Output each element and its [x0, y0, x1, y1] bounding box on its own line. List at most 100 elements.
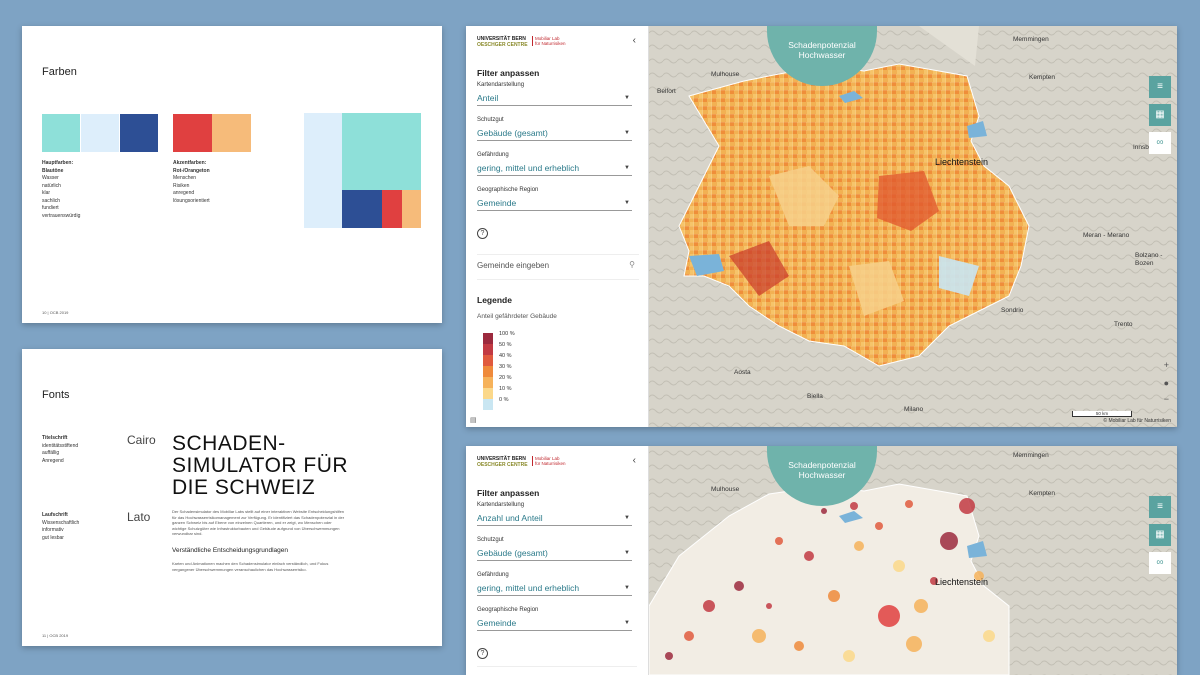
filter-select-kartendarstellung[interactable]: Anteil ▼: [477, 93, 632, 106]
grid-icon[interactable]: ▦: [1149, 524, 1171, 546]
place-label: Biella: [807, 393, 823, 400]
help-icon[interactable]: ?: [477, 648, 488, 659]
filter-label: Kartendarstellung: [477, 82, 525, 88]
legend-swatch: [483, 333, 493, 344]
grid-icon[interactable]: ▦: [1149, 104, 1171, 126]
badge-line1: Schadenpotenzial: [788, 460, 856, 470]
fonts-slide: Fonts Titelschrift identitätsstiftend au…: [22, 349, 442, 646]
haupt-word: fundiert: [42, 205, 59, 211]
switzerland-bubble-map: [649, 446, 1177, 675]
swatch-lightblue: [81, 114, 119, 152]
body-font-word: gut lesbar: [42, 534, 64, 541]
filter-value: Gebäude (gesamt): [477, 128, 548, 138]
place-label: Liechtenstein: [935, 157, 989, 167]
legend-swatch: [483, 388, 493, 399]
search-icon: ⚲: [629, 260, 635, 269]
chevron-down-icon: ▼: [624, 130, 630, 136]
filter-label: Geographische Region: [477, 187, 539, 193]
akzent-word: lösungsorientiert: [173, 197, 210, 204]
filter-label: Gefährdung: [477, 572, 509, 578]
haupt-label: Hauptfarben:: [42, 160, 74, 166]
switzerland-reset-icon[interactable]: ●: [1164, 378, 1169, 388]
chevron-down-icon: ▼: [624, 165, 630, 171]
zoom-in-button[interactable]: +: [1164, 360, 1169, 370]
headline-line: SIMULATOR FÜR: [172, 454, 349, 477]
collapse-chevron-icon[interactable]: ‹: [633, 35, 636, 46]
legend-tick: 50 %: [499, 342, 512, 348]
body-font-word: Wissenschaftlich: [42, 519, 80, 526]
legend-tick: 20 %: [499, 375, 512, 381]
filter-select-gefaehrdung[interactable]: gering, mittel und erheblich ▼: [477, 583, 632, 596]
farben-footer: 10 | OCB 2019: [42, 310, 69, 315]
place-label: Liechtenstein: [935, 577, 989, 587]
map-screenshot-top: UNIVERSITÄT BERN OESCHGER CENTRE Mobilia…: [466, 26, 1177, 427]
filter-title: Filter anpassen: [477, 488, 540, 498]
place-label: Kempten: [1029, 74, 1056, 81]
legend-tick: 0 %: [499, 397, 509, 403]
chevron-down-icon: ▼: [624, 585, 630, 591]
filter-value: Anteil: [477, 93, 499, 103]
headline-line: DIE SCHWEIZ: [172, 476, 316, 499]
composition-red: [382, 190, 402, 228]
link-icon[interactable]: ∞: [1149, 552, 1171, 574]
akzent-sub: Rot-/Orangeton: [173, 167, 210, 174]
subheadline: Verständliche Entscheidungsgrundlagen: [172, 547, 289, 554]
filter-select-schutzgut[interactable]: Gebäude (gesamt) ▼: [477, 128, 632, 141]
legend-scale: [483, 333, 493, 410]
scale-bar: 50 km: [1072, 411, 1132, 417]
body-paragraph: Der Schadensimulator des Mobiliar Labs s…: [172, 509, 345, 536]
map-canvas[interactable]: Schadenpotenzial Hochwasser Memmingen Ke…: [649, 26, 1177, 427]
headline-line: SCHADEN-: [172, 432, 286, 455]
chevron-down-icon: ▼: [624, 95, 630, 101]
title-font-word: identitätsstiftend: [42, 442, 79, 449]
filter-label: Geographische Region: [477, 607, 539, 613]
place-label: Meran - Merano: [1083, 232, 1130, 239]
akzent-label: Akzentfarben:: [173, 160, 207, 166]
filter-title: Filter anpassen: [477, 68, 540, 78]
menu-icon[interactable]: ≡: [1149, 76, 1171, 98]
gemeinde-search-input[interactable]: Gemeinde eingeben ⚲: [477, 254, 639, 280]
place-label: Belfort: [657, 88, 676, 95]
place-label: Mulhouse: [711, 486, 740, 493]
body-paragraph-2: Karten und Animationen machen den Schade…: [172, 561, 329, 572]
unibern-logo: UNIVERSITÄT BERN OESCHGER CENTRE: [477, 456, 528, 468]
fonts-footer: 11 | OCB 2019: [42, 633, 69, 638]
place-label: Kempten: [1029, 490, 1056, 497]
filter-label: Schutzgut: [477, 117, 504, 123]
filter-select-region[interactable]: Gemeinde ▼: [477, 198, 632, 211]
akzent-text: Akzentfarben: Rot-/Orangeton Menschen Ri…: [173, 160, 210, 205]
filter-value: Gemeinde: [477, 198, 517, 208]
filter-value: Gemeinde: [477, 618, 517, 628]
akzent-word: Risiken: [173, 182, 190, 189]
badge-line2: Hochwasser: [798, 470, 846, 480]
haupt-word: natürlich: [42, 182, 61, 189]
help-icon[interactable]: ?: [477, 228, 488, 239]
map-canvas[interactable]: Schadenpotenzial Hochwasser Memmingen Ke…: [649, 446, 1177, 675]
filter-select-kartendarstellung[interactable]: Anzahl und Anteil ▼: [477, 513, 632, 526]
legend-swatch: [483, 366, 493, 377]
legend-swatch: [483, 355, 493, 366]
filter-value: gering, mittel und erheblich: [477, 163, 580, 173]
swatch-red: [173, 114, 212, 152]
link-icon[interactable]: ∞: [1149, 132, 1171, 154]
filter-sidebar: UNIVERSITÄT BERN OESCHGER CENTRE Mobilia…: [466, 26, 649, 427]
chevron-down-icon: ▼: [624, 515, 630, 521]
place-label: Sondrio: [1001, 307, 1024, 314]
farben-slide: Farben Hauptfarben: Blautöne Wasser natü…: [22, 26, 442, 323]
badge-line2: Hochwasser: [798, 50, 846, 60]
filter-select-schutzgut[interactable]: Gebäude (gesamt) ▼: [477, 548, 632, 561]
body-font-label: Laufschrift: [42, 512, 68, 518]
filter-select-region[interactable]: Gemeinde ▼: [477, 618, 632, 631]
feedback-icon[interactable]: ▤: [470, 416, 477, 424]
composition-turquoise: [342, 113, 421, 190]
legend-swatch: [483, 344, 493, 355]
place-label: Bolzano - Bozen: [1135, 252, 1163, 267]
legend-ticks: 100 % 50 % 40 % 30 % 20 % 10 % 0 %: [499, 329, 515, 406]
filter-select-gefaehrdung[interactable]: gering, mittel und erheblich ▼: [477, 163, 632, 176]
body-font-text: Laufschrift Wissenschaftlich informativ …: [42, 512, 79, 542]
collapse-chevron-icon[interactable]: ‹: [633, 455, 636, 466]
zoom-out-button[interactable]: −: [1164, 394, 1169, 404]
badge-line1: Schadenpotenzial: [788, 40, 856, 50]
menu-icon[interactable]: ≡: [1149, 496, 1171, 518]
akzent-word: Menschen: [173, 175, 197, 181]
